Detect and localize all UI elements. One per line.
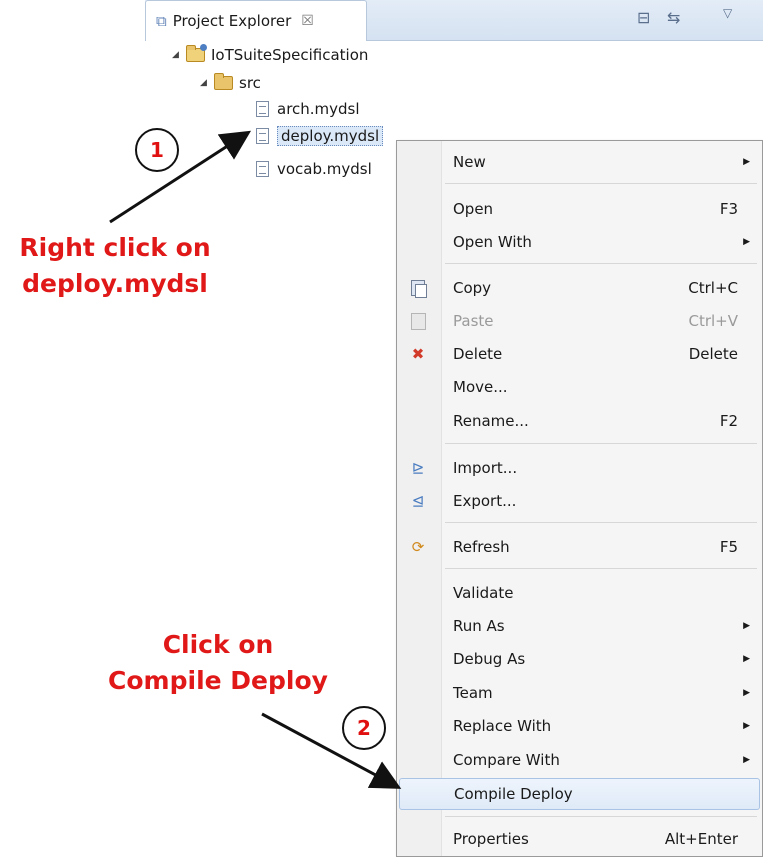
step2-annotation: Click on Compile Deploy — [98, 627, 338, 699]
step1-badge: 1 — [135, 128, 179, 172]
step1-line2: deploy.mydsl — [22, 269, 208, 298]
step1-line1: Right click on — [19, 233, 211, 262]
step1-annotation: Right click on deploy.mydsl — [0, 230, 230, 302]
step2-line1: Click on — [162, 630, 274, 659]
step2-line2: Compile Deploy — [108, 666, 328, 695]
step2-badge: 2 — [342, 706, 386, 750]
